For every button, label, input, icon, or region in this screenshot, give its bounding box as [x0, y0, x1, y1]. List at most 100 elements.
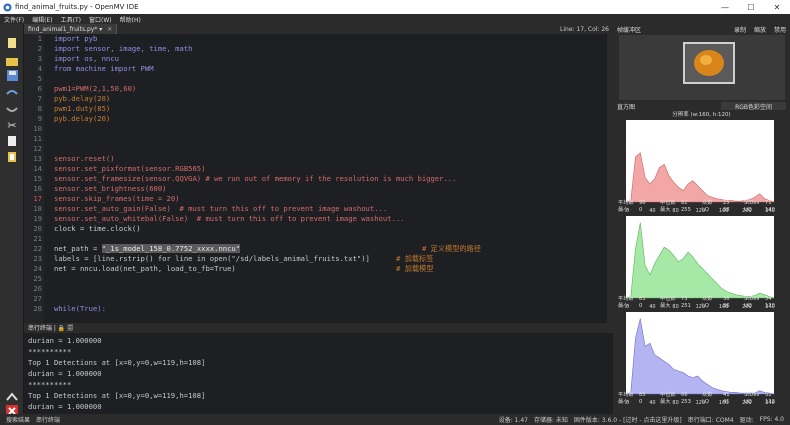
- line-number: 23: [33, 254, 42, 263]
- code-line: sensor.set_pixformat(sensor.RGB565): [54, 164, 206, 173]
- stats-cell: StDev: [744, 296, 760, 302]
- open-file-icon[interactable]: [4, 54, 20, 68]
- device-label: 设备: 1.47: [498, 417, 528, 424]
- stats-blue: 平均数 85 中位数 66 众数 41 StDev 52 最小 0 最大 253 LQ 41 UQ 132: [618, 392, 786, 406]
- close-tab-icon[interactable]: ✕: [107, 26, 112, 33]
- code-comment: # 加载模型: [396, 264, 434, 273]
- stats-cell: 0: [639, 207, 643, 213]
- undo-icon[interactable]: [4, 86, 20, 100]
- code-line: clock = time.clock(): [54, 224, 141, 233]
- code-line: while(True):: [54, 304, 106, 313]
- line-number: 25: [33, 274, 42, 283]
- zoom-button[interactable]: 缩放: [754, 25, 766, 34]
- cursor-position: Line: 17, Col: 26: [560, 25, 609, 33]
- line-number: 13: [33, 154, 42, 163]
- line-number: 5: [37, 74, 42, 83]
- line-number: 19: [33, 214, 42, 223]
- stats-red: 平均数 96 中位数 82 众数 25 StDev 71 最小 0 最大 255 LQ 38 UQ 140: [618, 200, 786, 214]
- menu-window[interactable]: 窗口(W): [89, 15, 112, 24]
- maximize-button[interactable]: ☐: [738, 3, 764, 12]
- status-bar: 搜索结果 串行终端 设备: 1.47 存储器: 未知 固件版本: 3.6.0 -…: [0, 414, 790, 425]
- stats-cell: 85: [639, 392, 646, 398]
- code-line: net = nncu.load(net_path, load_to_fb=Tru…: [54, 264, 236, 273]
- fps-label: FPS: 4.0: [759, 416, 784, 423]
- menu-tools[interactable]: 工具(T): [61, 15, 81, 24]
- stats-cell: 最大: [660, 303, 671, 309]
- firmware-label[interactable]: 固件版本: 3.6.0 - [过时 - 点击这里升级]: [574, 415, 682, 424]
- colorspace-select[interactable]: RGB色彩空间: [721, 102, 786, 111]
- left-toolbar: ✂: [0, 24, 24, 417]
- record-button[interactable]: 录制: [734, 25, 746, 34]
- connect-icon[interactable]: [4, 390, 20, 404]
- stats-cell: UQ: [744, 303, 752, 309]
- stats-cell: 最小: [618, 207, 629, 213]
- stats-cell: 0: [639, 399, 643, 405]
- line-number: 3: [37, 54, 42, 63]
- stats-cell: UQ: [744, 399, 752, 405]
- stats-cell: 132: [765, 399, 775, 405]
- stats-cell: UQ: [744, 207, 752, 213]
- minimize-button[interactable]: —: [712, 3, 738, 12]
- menu-edit[interactable]: 编辑(E): [32, 15, 52, 24]
- code-line: import os, nncu: [54, 54, 119, 63]
- stats-row: 平均数 83 中位数 73 众数 36 StDev 54: [618, 296, 786, 303]
- new-file-icon[interactable]: [4, 36, 20, 50]
- terminal-line: **********: [28, 380, 72, 389]
- line-number: 6: [37, 84, 42, 93]
- disable-button[interactable]: 禁用: [774, 25, 786, 34]
- save-icon[interactable]: [4, 68, 20, 82]
- code-line: net_path = "_1s_model_158_0.7752_xxxx.nn…: [54, 244, 241, 253]
- stats-cell: 52: [765, 392, 772, 398]
- stats-cell: 251: [681, 303, 691, 309]
- menu-help[interactable]: 帮助(H): [120, 15, 141, 24]
- terminal-header: 串行终端 | 🔒 🗐: [24, 323, 613, 333]
- line-number: 28: [33, 304, 42, 313]
- menu-file[interactable]: 文件(F): [4, 15, 24, 24]
- code-line: from machine import PWM: [54, 64, 154, 73]
- stats-cell: 最小: [618, 399, 629, 405]
- serial-terminal-tab[interactable]: 串行终端: [36, 415, 60, 424]
- stats-cell: 众数: [702, 200, 713, 206]
- code-area[interactable]: import pyb import sensor, image, time, ma…: [54, 34, 604, 323]
- code-line: import sensor, image, time, math: [54, 44, 193, 53]
- serial-terminal[interactable]: durian = 1.000000 ********** Top 1 Detecti…: [24, 333, 613, 414]
- code-line: sensor.reset(): [54, 154, 115, 163]
- terminal-line: **********: [28, 347, 72, 356]
- line-number: 1: [37, 34, 42, 43]
- code-line: labels = [line.rstrip() for line in open…: [54, 254, 370, 263]
- stats-cell: 25: [723, 200, 730, 206]
- framebuffer-image: [683, 42, 735, 84]
- code-line: sensor.set_auto_gain(False) # must turn …: [54, 204, 388, 213]
- search-results-tab[interactable]: 搜索结果: [6, 415, 30, 424]
- stats-cell: LQ: [702, 399, 709, 405]
- line-number: 9: [37, 114, 42, 123]
- stats-cell: 中位数: [660, 200, 676, 206]
- line-number: 20: [33, 224, 42, 233]
- stats-cell: 平均数: [618, 392, 634, 398]
- stats-cell: 中位数: [660, 392, 676, 398]
- paste-icon[interactable]: [4, 150, 20, 164]
- tab-file[interactable]: find_animal1_fruits.py* ▾ ✕: [24, 24, 118, 34]
- app-logo-icon: [3, 2, 12, 12]
- stats-cell: 255: [681, 207, 691, 213]
- close-button[interactable]: ✕: [764, 3, 790, 12]
- line-number: 18: [33, 204, 42, 213]
- stats-cell: 82: [681, 200, 688, 206]
- driver-label: 驱动:: [739, 417, 754, 424]
- code-editor[interactable]: 1 2 3 4 5 6 7 8 9 10 11 12 13 14 15 16 17 18 19 20 21 22 23 24 2…: [24, 34, 613, 323]
- copy-icon[interactable]: [4, 134, 20, 148]
- stats-cell: 0: [639, 303, 643, 309]
- storage-label: 存储器: 未知: [533, 417, 568, 424]
- redo-icon[interactable]: [4, 102, 20, 116]
- stats-cell: LQ: [702, 303, 709, 309]
- terminal-tab[interactable]: 串行终端 | 🔒 🗐: [28, 323, 73, 334]
- histogram-title: 直方图: [617, 103, 636, 111]
- menu-bar: 文件(F) 编辑(E) 工具(T) 窗口(W) 帮助(H): [0, 14, 790, 24]
- line-number: 12: [33, 144, 42, 153]
- framebuffer-header: 帧缓冲区 录制 缩放 禁用: [613, 24, 790, 34]
- stats-cell: StDev: [744, 392, 760, 398]
- line-number: 21: [33, 234, 42, 243]
- code-line: pyb.delay(20): [54, 114, 111, 123]
- terminal-line: Top 1 Detections at [x=0,y=0,w=119,h=108…: [28, 391, 206, 400]
- cut-icon[interactable]: ✂: [4, 118, 20, 132]
